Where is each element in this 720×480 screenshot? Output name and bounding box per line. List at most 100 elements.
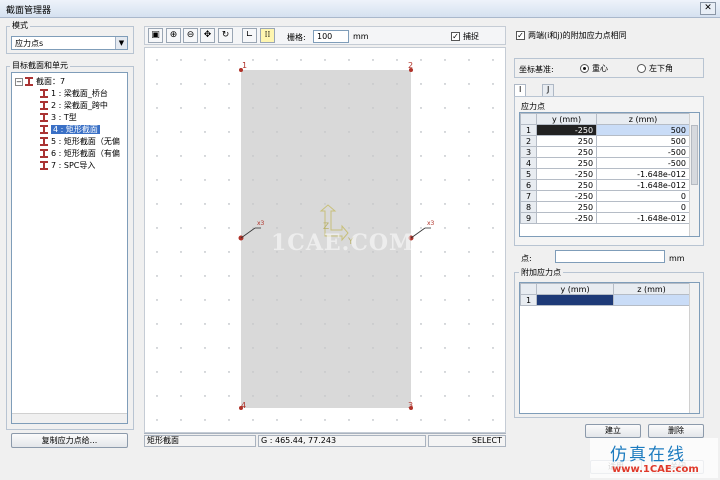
cell-z[interactable]: -1.648e-012 bbox=[596, 179, 690, 191]
cell-y[interactable]: 250 bbox=[535, 135, 598, 147]
tree-item-label: 1 : 梁截面_桥台 bbox=[51, 89, 108, 98]
radio-icon[interactable] bbox=[637, 64, 646, 73]
zoom-out-icon[interactable]: ⊖ bbox=[183, 28, 198, 43]
col-y-header: y (mm) bbox=[535, 113, 598, 125]
grid-vscrollbar[interactable] bbox=[689, 283, 699, 413]
ibeam-icon bbox=[40, 137, 48, 146]
cell-y[interactable]: -250 bbox=[535, 212, 598, 224]
tree-item-7[interactable]: 7 : SPC导入 bbox=[40, 160, 95, 171]
tree-item-3[interactable]: 3 : T型 bbox=[40, 112, 77, 123]
collapse-icon[interactable]: − bbox=[15, 77, 23, 86]
cell-y[interactable]: 250 bbox=[535, 179, 598, 191]
tree-item-label: 2 : 梁截面_跨中 bbox=[51, 101, 108, 110]
coord-base-label: 坐标基准: bbox=[519, 65, 554, 74]
point-input[interactable] bbox=[555, 250, 665, 263]
tree-item-label: 6 : 矩形截面（有偏 bbox=[51, 149, 120, 158]
point-label-4: 4 bbox=[241, 401, 247, 410]
ibeam-icon bbox=[40, 89, 48, 98]
checkbox-icon[interactable]: ✓ bbox=[516, 31, 525, 40]
cell-z[interactable]: -500 bbox=[596, 157, 690, 169]
row-number: 4 bbox=[520, 157, 537, 169]
section-canvas[interactable]: 1 2 3 4 x3 x3 Z Y 1CAE.COM bbox=[144, 47, 506, 433]
tree-item-5[interactable]: 5 : 矩形截面（无偏 bbox=[40, 136, 120, 147]
grid-spacing-input[interactable]: 100 bbox=[313, 30, 349, 43]
watermark-line2: www.1CAE.com bbox=[612, 464, 699, 475]
row-number: 1 bbox=[520, 124, 537, 136]
table-row[interactable]: 7 -250 0 bbox=[520, 190, 690, 202]
extra-points-grid[interactable]: y (mm) z (mm) 1 bbox=[519, 282, 700, 414]
table-row[interactable]: 9 -250 -1.648e-012 bbox=[520, 212, 690, 224]
delete-button[interactable]: 删除 bbox=[648, 424, 704, 438]
col-y-header: y (mm) bbox=[535, 283, 615, 295]
snap-checkbox[interactable]: ✓ 捕捉 bbox=[451, 31, 479, 42]
extra-points-table: y (mm) z (mm) 1 bbox=[520, 283, 690, 306]
table-row[interactable]: 6 250 -1.648e-012 bbox=[520, 179, 690, 191]
grid-label: 栅格: bbox=[287, 33, 306, 42]
tree-hscrollbar[interactable] bbox=[12, 413, 127, 423]
stress-points-grid[interactable]: y (mm) z (mm) 1 -250 500 2 250 500 3 250 -500 4 25… bbox=[519, 112, 700, 237]
close-icon[interactable]: ✕ bbox=[700, 2, 716, 15]
scroll-thumb[interactable] bbox=[691, 125, 698, 185]
axis-icon[interactable]: ∟ bbox=[242, 28, 257, 43]
tree-item-label: 5 : 矩形截面（无偏 bbox=[51, 137, 120, 146]
radio-lower-left[interactable]: 左下角 bbox=[637, 63, 673, 74]
grid-vscrollbar[interactable] bbox=[689, 113, 699, 236]
cell-z[interactable]: -1.648e-012 bbox=[596, 168, 690, 180]
copy-stress-points-button[interactable]: 复制应力点给... bbox=[11, 433, 128, 448]
table-row[interactable]: 1 -250 500 bbox=[520, 124, 690, 136]
cell-z[interactable]: 0 bbox=[596, 201, 690, 213]
table-row[interactable]: 4 250 -500 bbox=[520, 157, 690, 169]
pan-icon[interactable]: ✥ bbox=[200, 28, 215, 43]
toolbar: ▣ ⊕ ⊖ ✥ ↻ ∟ ⁞⁞ 栅格: 100 mm ✓ 捕捉 bbox=[144, 26, 506, 45]
same-ends-checkbox[interactable]: ✓ 两端(i和j)的附加应力点相同 bbox=[516, 30, 627, 41]
watermark-line1: 仿真在线 bbox=[610, 445, 686, 465]
cell-z[interactable]: -1.648e-012 bbox=[596, 212, 690, 224]
status-bar: 矩形截面 G : 465.44, 77.243 SELECT bbox=[144, 433, 506, 447]
radio-icon[interactable] bbox=[580, 64, 589, 73]
cell-y[interactable]: 250 bbox=[535, 157, 598, 169]
checkbox-icon[interactable]: ✓ bbox=[451, 32, 460, 41]
table-row[interactable]: 1 bbox=[520, 294, 690, 306]
cell-y[interactable]: 250 bbox=[535, 146, 598, 158]
tree-root[interactable]: − 截面：7 bbox=[15, 76, 65, 87]
grid-icon[interactable]: ⁞⁞ bbox=[260, 28, 275, 43]
cell-y[interactable] bbox=[535, 294, 615, 306]
tree-item-1[interactable]: 1 : 梁截面_桥台 bbox=[40, 88, 108, 99]
chevron-down-icon[interactable]: ▼ bbox=[115, 37, 127, 49]
cell-y[interactable]: 250 bbox=[535, 201, 598, 213]
tab-j[interactable]: J bbox=[542, 84, 555, 96]
tree-item-2[interactable]: 2 : 梁截面_跨中 bbox=[40, 100, 108, 111]
cell-z[interactable]: 500 bbox=[596, 135, 690, 147]
mode-select[interactable]: 应力点s ▼ bbox=[11, 36, 128, 50]
cell-z[interactable]: 0 bbox=[596, 190, 690, 202]
tree-item-6[interactable]: 6 : 矩形截面（有偏 bbox=[40, 148, 120, 159]
status-coords: G : 465.44, 77.243 bbox=[258, 435, 426, 447]
radio-centroid[interactable]: 重心 bbox=[580, 63, 608, 74]
row-number: 2 bbox=[520, 135, 537, 147]
tab-i[interactable]: I bbox=[514, 84, 527, 96]
table-row[interactable]: 8 250 0 bbox=[520, 201, 690, 213]
col-z-header: z (mm) bbox=[596, 113, 690, 125]
create-button[interactable]: 建立 bbox=[585, 424, 641, 438]
rotate-icon[interactable]: ↻ bbox=[218, 28, 233, 43]
table-row[interactable]: 2 250 500 bbox=[520, 135, 690, 147]
cell-z[interactable]: 500 bbox=[596, 124, 690, 136]
cell-z[interactable] bbox=[613, 294, 690, 306]
stress-points-table: y (mm) z (mm) 1 -250 500 2 250 500 3 250 -500 4 25… bbox=[520, 113, 690, 224]
tree-item-4[interactable]: 4 : 矩形截面 bbox=[40, 124, 100, 135]
section-tree[interactable]: − 截面：7 1 : 梁截面_桥台 2 : 梁截面_跨中 3 : T型 4 : 矩… bbox=[11, 72, 128, 424]
cell-z[interactable]: -500 bbox=[596, 146, 690, 158]
same-ends-label: 两端(i和j)的附加应力点相同 bbox=[528, 31, 627, 40]
cell-y[interactable]: -250 bbox=[535, 168, 598, 180]
fit-view-icon[interactable]: ▣ bbox=[148, 28, 163, 43]
row-number: 5 bbox=[520, 168, 537, 180]
table-row[interactable]: 3 250 -500 bbox=[520, 146, 690, 158]
table-row[interactable]: 5 -250 -1.648e-012 bbox=[520, 168, 690, 180]
ibeam-icon bbox=[40, 149, 48, 158]
stress-group-label: 应力点 bbox=[519, 101, 547, 112]
cell-y[interactable]: -250 bbox=[535, 190, 598, 202]
zoom-in-icon[interactable]: ⊕ bbox=[166, 28, 181, 43]
cell-y[interactable]: -250 bbox=[535, 124, 598, 136]
corner-header bbox=[520, 283, 537, 295]
row-number: 3 bbox=[520, 146, 537, 158]
